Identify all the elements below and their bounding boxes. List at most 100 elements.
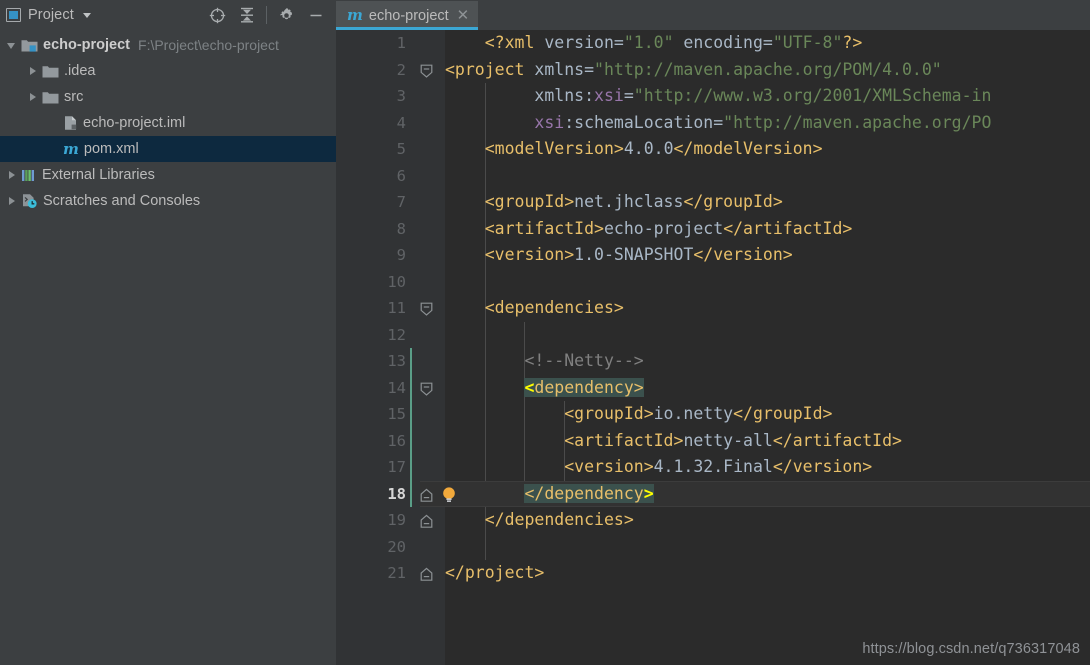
chevron-right-icon[interactable] <box>27 91 40 104</box>
line-number: 15 <box>387 405 406 423</box>
code-line-text: <modelVersion>4.0.0</modelVersion> <box>484 139 823 158</box>
chevron-down-icon[interactable] <box>82 12 91 18</box>
line-number: 19 <box>387 511 406 529</box>
line-number: 7 <box>396 193 406 211</box>
fold-end-icon[interactable] <box>420 564 433 581</box>
tree-twisty-placeholder <box>48 143 61 156</box>
tree-item-pom-xml[interactable]: m pom.xml <box>0 136 336 162</box>
code-line-text: <!--Netty--> <box>524 351 644 370</box>
line-number: 1 <box>396 34 406 52</box>
code-line-text: </dependency> <box>524 483 654 503</box>
line-number: 13 <box>387 352 406 370</box>
folder-icon <box>42 90 59 105</box>
project-panel-title: Project <box>28 7 74 23</box>
maven-file-icon: m <box>63 139 79 158</box>
tree-item-src[interactable]: src <box>0 84 336 110</box>
code-line-text: </dependencies> <box>484 510 634 529</box>
code-line[interactable]: 12 <box>336 322 1090 349</box>
code-line[interactable]: 5 <modelVersion>4.0.0</modelVersion> <box>336 136 1090 163</box>
tree-item-external-libraries[interactable]: External Libraries <box>0 162 336 188</box>
line-number: 12 <box>387 325 406 344</box>
code-line[interactable]: 13 <!--Netty--> <box>336 348 1090 375</box>
chevron-right-icon[interactable] <box>27 65 40 78</box>
code-line-text: <artifactId>netty-all</artifactId> <box>564 430 902 450</box>
code-lines[interactable]: 1 <?xml version="1.0" encoding="UTF-8"?>… <box>336 30 1090 665</box>
maven-file-icon: m <box>347 6 363 24</box>
code-line[interactable]: 6 <box>336 163 1090 190</box>
code-line[interactable]: 15 <groupId>io.netty</groupId> <box>336 401 1090 428</box>
code-line[interactable]: 19 </dependencies> <box>336 507 1090 534</box>
line-number: 10 <box>387 272 406 291</box>
chevron-right-icon[interactable] <box>6 195 19 208</box>
code-line[interactable]: 11 <dependencies> <box>336 295 1090 322</box>
line-number: 11 <box>387 299 406 317</box>
tree-item-scratches-and-consoles[interactable]: Scratches and Consoles <box>0 188 336 214</box>
project-tree[interactable]: echo-project F:\Project\echo-project .idea… <box>0 30 336 214</box>
tree-item-label: echo-project.iml <box>83 115 186 131</box>
code-line[interactable]: 9 <version>1.0-SNAPSHOT</version> <box>336 242 1090 269</box>
collapse-all-icon[interactable] <box>232 2 261 28</box>
code-line[interactable]: 8 <artifactId>echo-project</artifactId> <box>336 216 1090 243</box>
code-line[interactable]: 10 <box>336 269 1090 296</box>
editor-tab-bar: m echo-project ✕ <box>336 0 1090 30</box>
tree-item-label: src <box>64 89 84 105</box>
line-number: 17 <box>387 458 406 476</box>
code-line[interactable]: 2 <project xmlns="http://maven.apache.org… <box>336 57 1090 84</box>
line-number: 4 <box>396 113 406 132</box>
code-line[interactable]: 14 <dependency> <box>336 375 1090 402</box>
code-line[interactable]: 21 </project> <box>336 560 1090 587</box>
fold-expanded-icon[interactable] <box>420 379 433 396</box>
chevron-right-icon[interactable] <box>6 169 19 182</box>
code-line[interactable]: 18 </dependency> <box>336 480 1090 507</box>
close-icon[interactable]: ✕ <box>457 8 470 23</box>
tree-item-idea[interactable]: .idea <box>0 58 336 84</box>
code-line[interactable]: 7 <groupId>net.jhclass</groupId> <box>336 189 1090 216</box>
locate-in-tree-icon[interactable] <box>203 2 232 28</box>
fold-expanded-icon[interactable] <box>420 299 433 316</box>
line-number: 2 <box>396 60 406 79</box>
line-number: 9 <box>396 246 406 264</box>
scratches-icon <box>21 193 38 209</box>
tree-item-path: F:\Project\echo-project <box>138 37 279 53</box>
project-window-icon <box>6 8 21 22</box>
editor-area: m echo-project ✕ 1 <?xml version="1.0" e… <box>336 0 1090 665</box>
tree-item-echo-project-iml[interactable]: echo-project.iml <box>0 110 336 136</box>
tree-item-label: Scratches and Consoles <box>43 193 201 209</box>
iml-file-icon <box>63 115 78 131</box>
code-line-text: <artifactId>echo-project</artifactId> <box>484 218 853 238</box>
watermark-text: https://blog.csdn.net/q736317048 <box>862 641 1080 657</box>
code-line[interactable]: 1 <?xml version="1.0" encoding="UTF-8"?> <box>336 30 1090 57</box>
project-sidebar: Project echo-project F:\Project\echo-pro… <box>0 0 336 665</box>
chevron-down-icon[interactable] <box>6 39 19 52</box>
code-line-text: <dependency> <box>524 377 644 397</box>
code-line[interactable]: 4 xsi:schemaLocation="http://maven.apach… <box>336 110 1090 137</box>
code-line-text: <version>1.0-SNAPSHOT</version> <box>484 245 793 264</box>
fold-expanded-icon[interactable] <box>420 61 433 78</box>
line-number: 8 <box>396 219 406 238</box>
fold-end-icon[interactable] <box>420 485 433 502</box>
project-toolbar <box>203 2 330 28</box>
gear-icon[interactable] <box>272 2 301 28</box>
editor-tab-echo-project[interactable]: m echo-project ✕ <box>336 1 479 30</box>
ide-window: Project echo-project F:\Project\echo-pro… <box>0 0 1090 665</box>
code-editor[interactable]: 1 <?xml version="1.0" encoding="UTF-8"?>… <box>336 30 1090 665</box>
line-number: 18 <box>387 484 406 503</box>
code-line-text: <version>4.1.32.Final</version> <box>564 457 873 476</box>
tree-item-label: echo-project <box>43 37 131 53</box>
code-line[interactable]: 16 <artifactId>netty-all</artifactId> <box>336 428 1090 455</box>
line-number: 21 <box>387 564 406 582</box>
line-number: 20 <box>387 537 406 556</box>
tree-item-label: External Libraries <box>42 167 155 183</box>
project-tool-window-selector[interactable]: Project <box>6 7 203 23</box>
code-line[interactable]: 17 <version>4.1.32.Final</version> <box>336 454 1090 481</box>
fold-end-icon[interactable] <box>420 511 433 528</box>
tree-item-echo-project[interactable]: echo-project F:\Project\echo-project <box>0 32 336 58</box>
folder-icon <box>42 64 59 79</box>
minimize-icon[interactable] <box>301 2 330 28</box>
tree-item-label: .idea <box>64 63 96 79</box>
toolbar-divider <box>266 6 267 24</box>
code-line[interactable]: 20 <box>336 534 1090 561</box>
code-line[interactable]: 3 xmlns:xsi="http://www.w3.org/2001/XMLS… <box>336 83 1090 110</box>
code-line-text: <groupId>io.netty</groupId> <box>564 404 833 423</box>
code-line-text: xsi:schemaLocation="http://maven.apache.… <box>534 112 992 132</box>
